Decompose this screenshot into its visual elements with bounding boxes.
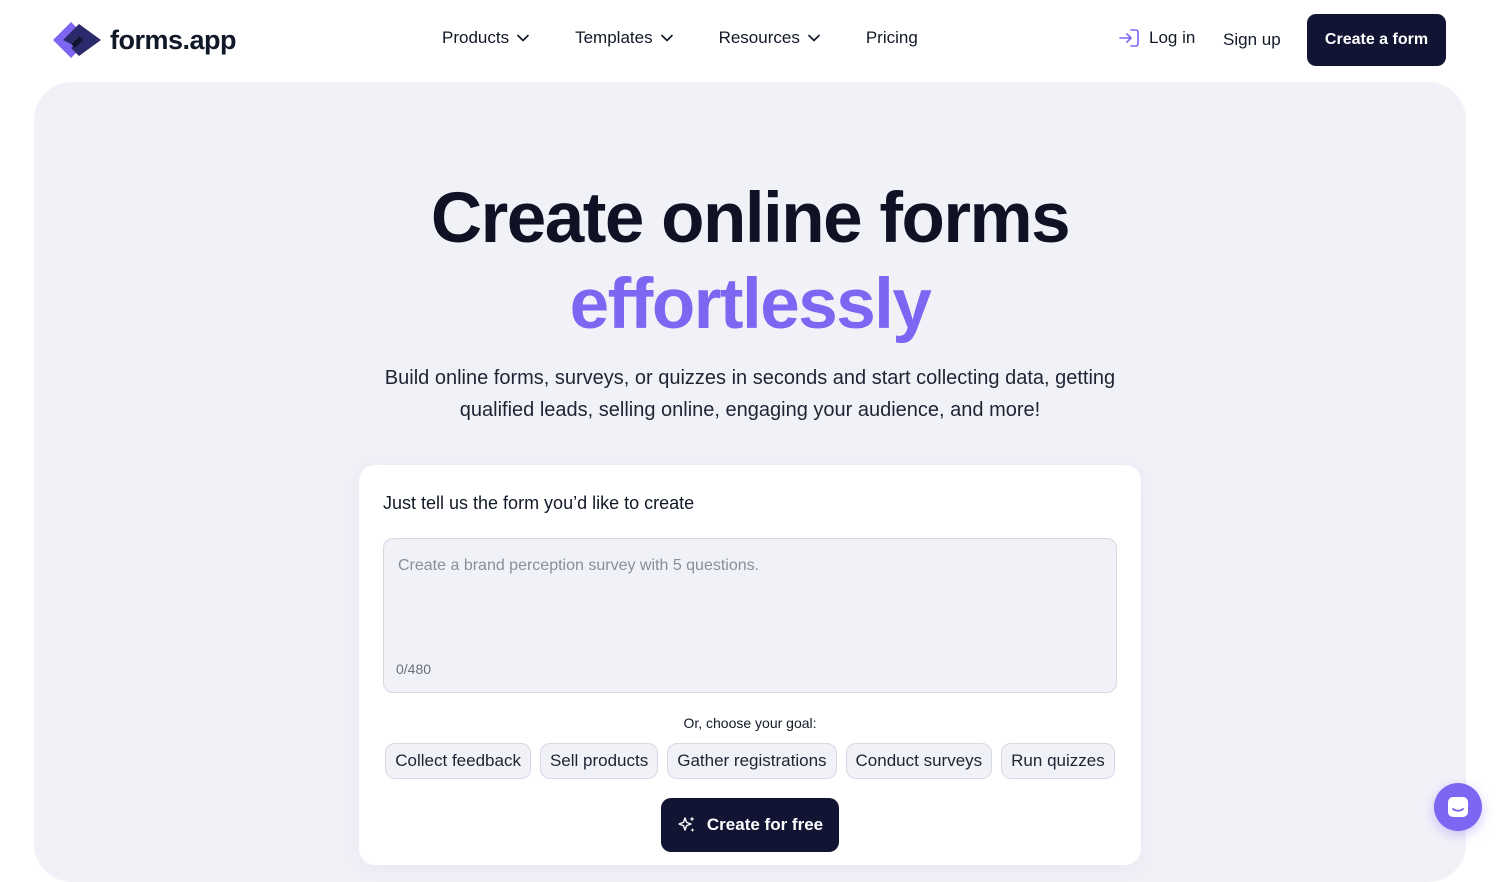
- hero-title: Create online forms: [430, 179, 1071, 258]
- card-label: Just tell us the form you’d like to crea…: [383, 493, 695, 513]
- site-header: forms.app Products Templates Resources P…: [0, 0, 1500, 82]
- logo-text: forms.app: [110, 24, 237, 55]
- chevron-down-icon: [660, 34, 673, 42]
- nav-templates[interactable]: Templates: [575, 28, 673, 48]
- login-label: Log in: [1149, 28, 1196, 47]
- hero-subtitle-line2: qualified leads, selling online, engagin…: [459, 399, 1041, 421]
- goal-chip-gather-registrations[interactable]: Gather registrations: [667, 743, 837, 779]
- goal-chip-run-quizzes[interactable]: Run quizzes: [1001, 743, 1115, 779]
- nav-resources[interactable]: Resources: [719, 28, 820, 48]
- chat-icon: [1448, 797, 1468, 817]
- hero-title-accent: effortlessly: [569, 265, 932, 344]
- logo[interactable]: forms.app: [53, 20, 237, 60]
- form-prompt-placeholder: Create a brand perception survey with 5 …: [398, 557, 760, 574]
- nav-pricing-label: Pricing: [865, 28, 918, 47]
- create-for-free-label: Create for free: [706, 815, 824, 834]
- login-arrow-icon: [1119, 29, 1139, 47]
- forms-app-logo-icon: [53, 22, 101, 58]
- sparkle-icon: [678, 816, 695, 832]
- create-for-free-button[interactable]: Create for free: [661, 798, 839, 852]
- create-form-button[interactable]: Create a form: [1307, 14, 1446, 66]
- ai-form-card: Just tell us the form you’d like to crea…: [359, 465, 1141, 865]
- login-link[interactable]: Log in: [1118, 28, 1195, 48]
- nav-products-label: Products: [442, 28, 510, 47]
- goal-chip-sell-products[interactable]: Sell products: [539, 743, 659, 779]
- nav-pricing[interactable]: Pricing: [866, 28, 918, 48]
- goal-chip-collect-feedback[interactable]: Collect feedback: [385, 743, 531, 779]
- goal-label: Or, choose your goal:: [683, 715, 817, 731]
- goal-chips: Collect feedback Sell products Gather re…: [359, 743, 1141, 779]
- hero-subtitle-line1: Build online forms, surveys, or quizzes …: [384, 367, 1116, 389]
- hero-subtitle: Build online forms, surveys, or quizzes …: [350, 362, 1150, 426]
- chevron-down-icon: [808, 34, 820, 42]
- signup-link[interactable]: Sign up: [1223, 30, 1281, 50]
- nav-templates-label: Templates: [575, 28, 653, 47]
- nav-products[interactable]: Products: [442, 28, 529, 48]
- main-nav: Products Templates Resources Pricing: [442, 28, 918, 48]
- chat-widget-button[interactable]: [1434, 783, 1482, 831]
- character-counter: 0/480: [396, 661, 432, 677]
- nav-resources-label: Resources: [718, 28, 800, 47]
- form-prompt-input[interactable]: Create a brand perception survey with 5 …: [383, 538, 1117, 693]
- goal-chip-conduct-surveys[interactable]: Conduct surveys: [845, 743, 993, 779]
- chevron-down-icon: [517, 34, 529, 42]
